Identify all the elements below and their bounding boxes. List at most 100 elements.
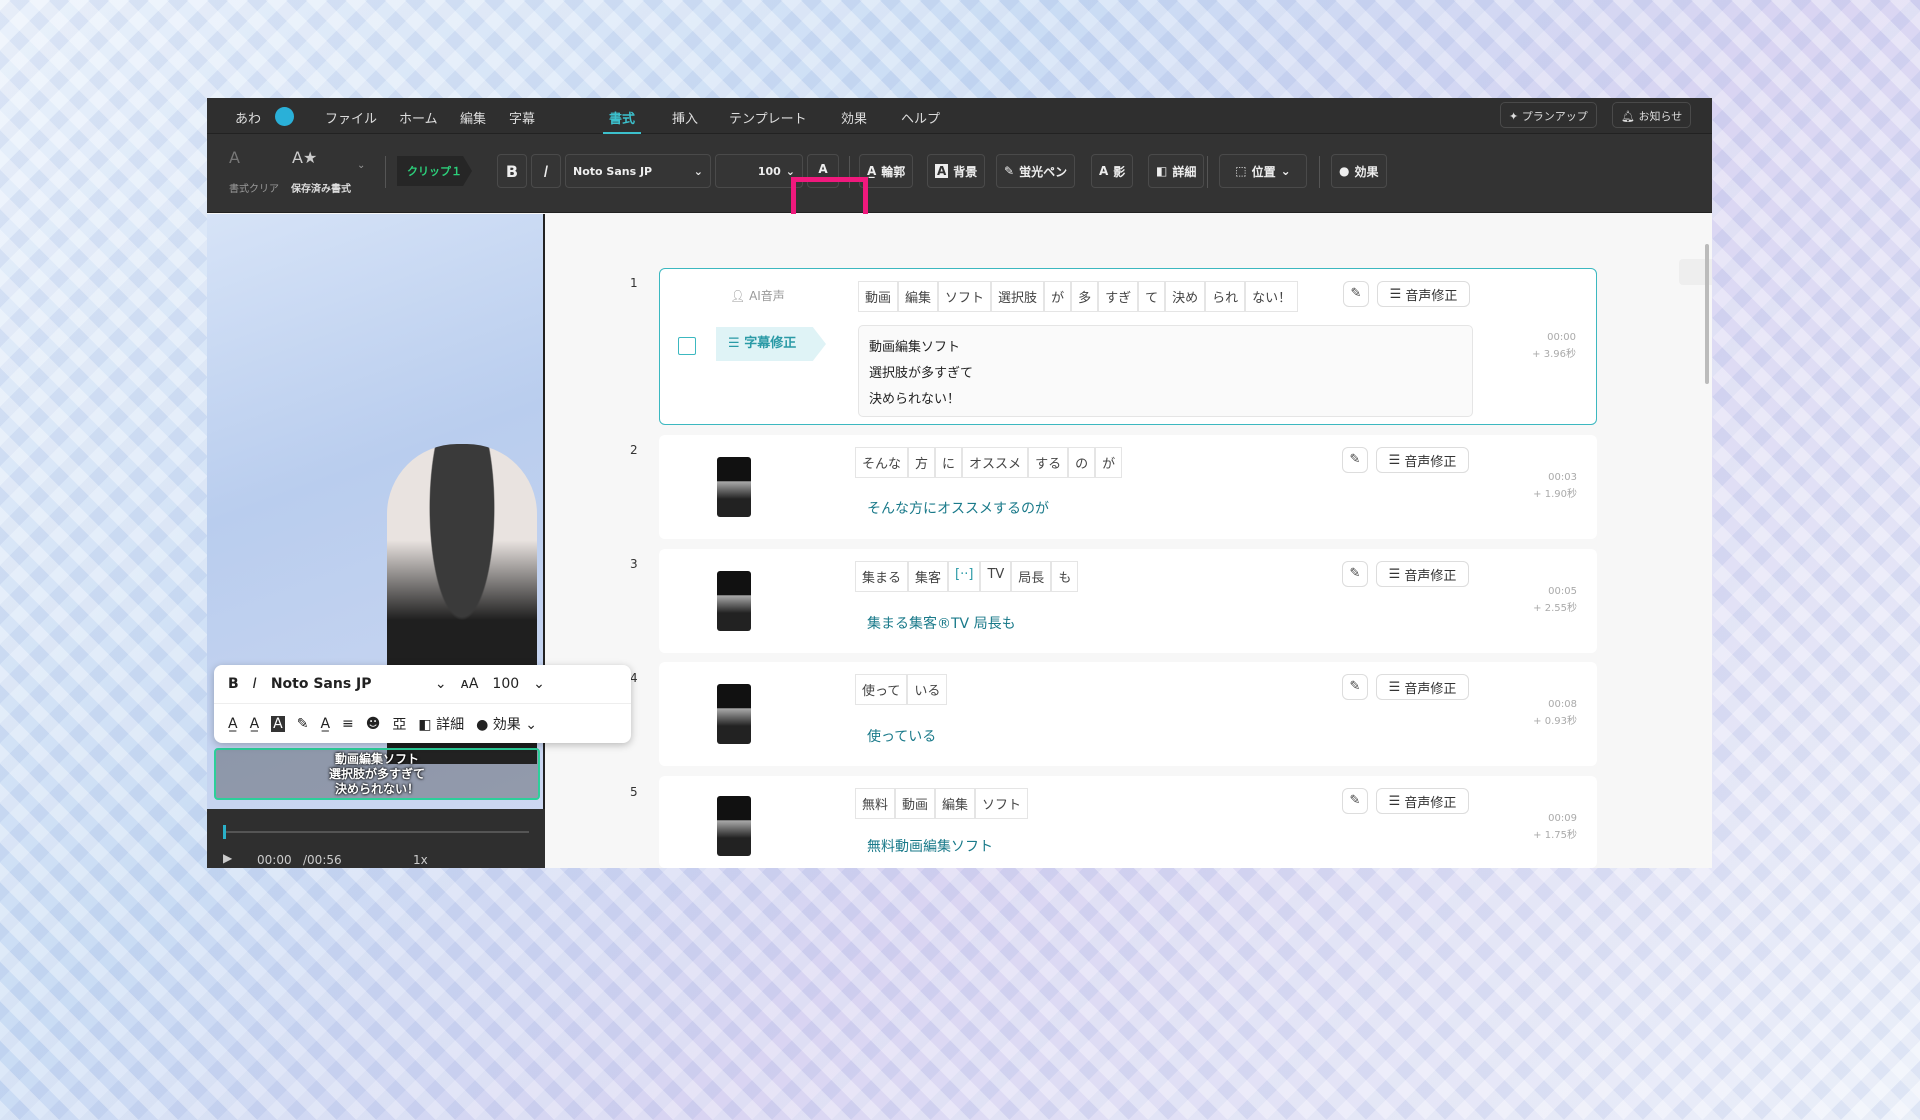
timeline-playhead[interactable] — [223, 825, 226, 839]
word-chip[interactable]: 動画 — [895, 788, 936, 819]
menu-home[interactable]: ホーム — [399, 108, 438, 127]
word-chip[interactable]: オススメ — [962, 447, 1029, 478]
subtitle-row[interactable]: 👤︎ AI音声 ☰ 字幕修正 動画 編集 ソフト 選択肢が多すぎて決め られ ない！ ✎ … — [659, 268, 1597, 425]
size-select[interactable]: 100 ⌄ — [715, 154, 803, 188]
background-button[interactable]: A 背景 — [927, 154, 986, 188]
chevron-down-icon[interactable]: ⌄ — [435, 676, 447, 692]
word-chip[interactable]: 無料 — [855, 788, 896, 819]
subtitle-overlay[interactable]: 動画編集ソフト 選択肢が多すぎて 決められない！ — [214, 748, 540, 800]
word-chip[interactable]: ソフト — [975, 788, 1029, 819]
word-chip[interactable]: 集まる — [855, 561, 909, 592]
word-chip[interactable]: すぎ — [1098, 281, 1139, 312]
subtitle-text[interactable]: そんな方にオススメするのが — [867, 498, 1049, 518]
voice-fix-button[interactable]: ☰ 音声修正 — [1376, 447, 1469, 473]
size-select[interactable]: 100 — [492, 676, 519, 692]
word-chip[interactable]: TV — [980, 561, 1012, 592]
word-chip[interactable]: ソフト — [938, 281, 992, 312]
outline-icon[interactable]: A̲ — [250, 716, 260, 732]
menu-subtitle[interactable]: 字幕 — [509, 108, 535, 127]
word-chip[interactable]: の — [1068, 447, 1096, 478]
bold-button[interactable]: B — [497, 154, 527, 188]
subtitle-row[interactable]: そんな方にオススメ するのが ✎ ☰ 音声修正 そんな方にオススメするのが 00:0… — [659, 435, 1597, 539]
text-color-icon[interactable]: A̲ — [228, 716, 238, 732]
word-chip[interactable]: 局長 — [1011, 561, 1052, 592]
pencil-icon[interactable]: ✎ — [1342, 788, 1368, 814]
emoji-icon[interactable]: ☻ — [366, 716, 381, 732]
voice-fix-button[interactable]: ☰ 音声修正 — [1376, 674, 1469, 700]
word-chip[interactable]: 使って — [855, 674, 908, 705]
speed-button[interactable]: 1x — [413, 853, 428, 867]
user-avatar-icon[interactable] — [275, 107, 294, 126]
voice-fix-button[interactable]: ☰ 音声修正 — [1376, 788, 1469, 814]
menu-edit[interactable]: 編集 — [460, 108, 486, 127]
align-icon[interactable]: ≡ — [342, 716, 354, 732]
italic-button[interactable]: I — [253, 676, 257, 692]
word-chip[interactable]: が — [1095, 447, 1123, 478]
word-chip[interactable]: そんな — [855, 447, 909, 478]
detail-button[interactable]: ◧ 詳細 — [418, 714, 464, 734]
word-chip[interactable]: 方 — [908, 447, 936, 478]
notice-button[interactable]: 🔔︎ お知らせ — [1612, 102, 1692, 128]
word-chip[interactable]: も — [1051, 561, 1079, 592]
effect-button[interactable]: ● 効果 ⌄ — [476, 714, 537, 734]
subtitle-textarea[interactable]: 動画編集ソフト 選択肢が多すぎて 決められない！ — [858, 325, 1473, 417]
highlighter-icon[interactable]: ✎ — [297, 716, 309, 732]
shadow-button[interactable]: A影 — [1091, 154, 1134, 188]
word-chip[interactable]: [··] — [948, 561, 981, 592]
position-button[interactable]: ⬚ 位置 ⌄ — [1219, 154, 1307, 188]
word-chip[interactable]: いる — [907, 674, 948, 705]
background-icon[interactable]: A — [271, 715, 285, 732]
pencil-icon[interactable]: ✎ — [1342, 447, 1368, 473]
menu-insert[interactable]: 挿入 — [672, 108, 698, 127]
word-chip[interactable]: 動画 — [858, 281, 899, 312]
word-chip[interactable]: に — [935, 447, 963, 478]
menu-effect[interactable]: 効果 — [841, 108, 867, 127]
ruby-icon[interactable]: 亞 — [392, 714, 406, 734]
saved-format-button[interactable]: 保存済み書式 — [291, 180, 351, 195]
voice-fix-button[interactable]: ☰ 音声修正 — [1376, 561, 1469, 587]
pencil-icon[interactable]: ✎ — [1342, 674, 1368, 700]
saved-format-icon[interactable]: A★ — [292, 148, 317, 167]
detail-button[interactable]: ◧ 詳細 — [1148, 154, 1205, 188]
word-chip[interactable]: 編集 — [935, 788, 976, 819]
clear-format-icon[interactable]: A — [229, 148, 240, 167]
subtitle-fix-tab[interactable]: ☰ 字幕修正 — [716, 327, 826, 361]
italic-button[interactable]: I — [531, 154, 561, 188]
subtitle-row[interactable]: 集まる 集客 [··] TV 局長も ✎ ☰ 音声修正 集まる集客®TV 局長も 00:0… — [659, 549, 1597, 653]
word-chip[interactable]: する — [1028, 447, 1069, 478]
chevron-down-icon[interactable]: ⌄ — [357, 160, 365, 171]
word-chip[interactable]: ない！ — [1245, 281, 1299, 312]
word-chip[interactable]: 選択肢 — [991, 281, 1045, 312]
effect-button[interactable]: ● 効果 — [1331, 154, 1387, 188]
shadow-icon[interactable]: A̲ — [320, 716, 330, 732]
scrollbar[interactable] — [1705, 244, 1709, 384]
subtitle-text[interactable]: 無料動画編集ソフト — [867, 836, 993, 856]
menu-file[interactable]: ファイル — [325, 108, 377, 127]
word-chip[interactable]: が — [1044, 281, 1072, 312]
word-chip[interactable]: て — [1138, 281, 1166, 312]
play-icon[interactable]: ▶ — [223, 851, 232, 865]
subtitle-row[interactable]: 無料 動画 編集 ソフト ✎ ☰ 音声修正 無料動画編集ソフト 00:09 + 1.75秒 — [659, 776, 1597, 868]
word-chip[interactable]: 決め — [1165, 281, 1206, 312]
clear-format-button[interactable]: 書式クリア — [229, 180, 279, 195]
subtitle-row[interactable]: 使って いる ✎ ☰ 音声修正 使っている 00:08 + 0.93秒 — [659, 662, 1597, 766]
word-chip[interactable]: 集客 — [908, 561, 949, 592]
menu-help[interactable]: ヘルプ — [901, 108, 940, 127]
menu-template[interactable]: テンプレート — [729, 108, 807, 127]
highlighter-button[interactable]: ✎ 蛍光ペン — [996, 154, 1076, 188]
timeline-track[interactable] — [223, 831, 529, 833]
subtitle-text[interactable]: 使っている — [867, 726, 936, 746]
word-chip[interactable]: 編集 — [898, 281, 939, 312]
row-checkbox[interactable] — [678, 337, 696, 355]
chevron-down-icon[interactable]: ⌄ — [533, 676, 545, 692]
pencil-icon[interactable]: ✎ — [1342, 561, 1368, 587]
plan-up-button[interactable]: ✦ プランアップ — [1500, 102, 1597, 128]
subtitle-text[interactable]: 集まる集客®TV 局長も — [867, 613, 1016, 633]
bold-button[interactable]: B — [228, 676, 239, 692]
word-chip[interactable]: 多 — [1071, 281, 1099, 312]
voice-fix-button[interactable]: ☰ 音声修正 — [1377, 281, 1470, 307]
font-select[interactable]: Noto Sans JP — [271, 676, 421, 692]
menu-format[interactable]: 書式 — [602, 108, 642, 134]
pencil-icon[interactable]: ✎ — [1343, 281, 1369, 307]
font-select[interactable]: Noto Sans JP ⌄ — [565, 154, 711, 188]
